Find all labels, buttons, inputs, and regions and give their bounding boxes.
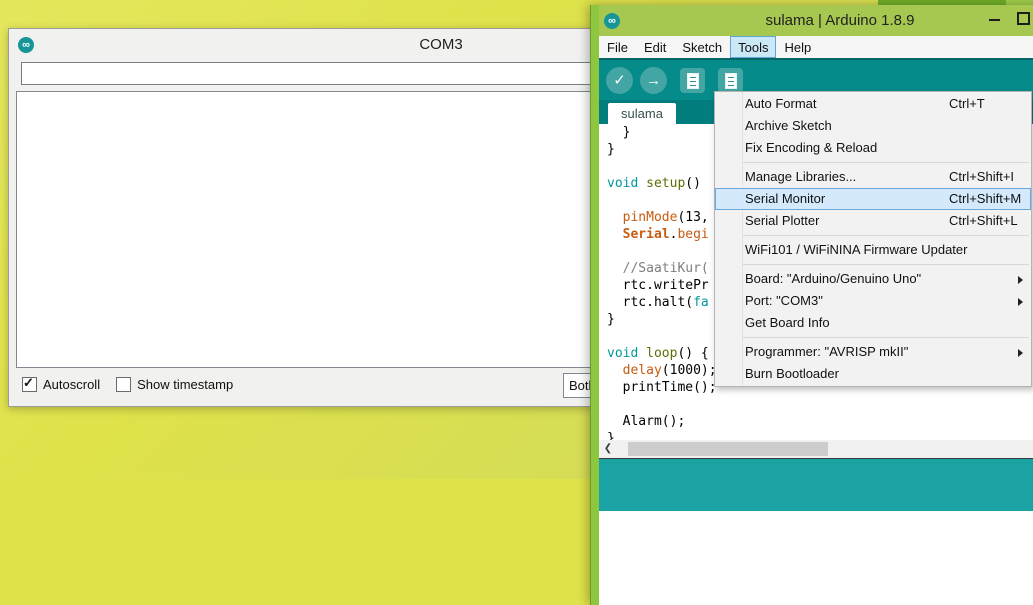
- arduino-window-title: sulama | Arduino 1.8.9: [591, 12, 1033, 29]
- menu-item-shortcut: Ctrl+Shift+L: [949, 210, 1018, 232]
- upload-button[interactable]: →: [640, 67, 667, 94]
- menu-item-label: Board: "Arduino/Genuino Uno": [745, 271, 921, 286]
- scrollbar-thumb[interactable]: [628, 442, 828, 456]
- submenu-arrow-icon: [1018, 276, 1023, 284]
- arduino-content: FileEditSketchToolsHelp ✓ → sulama }}voi…: [599, 36, 1033, 605]
- code-line: }: [599, 430, 1033, 440]
- scroll-left-arrow-icon[interactable]: ❮: [599, 440, 617, 458]
- open-sketch-button[interactable]: [718, 68, 743, 93]
- document-icon: [687, 73, 699, 89]
- menu-separator: [742, 235, 1029, 236]
- menu-item-port-com3[interactable]: Port: "COM3": [715, 290, 1031, 312]
- submenu-arrow-icon: [1018, 349, 1023, 357]
- menubar-item-sketch[interactable]: Sketch: [674, 36, 730, 58]
- menu-item-board-arduino-genuino-uno[interactable]: Board: "Arduino/Genuino Uno": [715, 268, 1031, 290]
- menu-item-get-board-info[interactable]: Get Board Info: [715, 312, 1031, 334]
- menu-item-label: Burn Bootloader: [745, 366, 839, 381]
- menubar-item-edit[interactable]: Edit: [636, 36, 674, 58]
- menubar-item-tools[interactable]: Tools: [730, 36, 776, 58]
- menu-item-label: Port: "COM3": [745, 293, 823, 308]
- tools-dropdown-menu: Auto Format Ctrl+T Archive Sketch Fix Encod…: [714, 91, 1032, 387]
- menu-item-fix-encoding-reload[interactable]: Fix Encoding & Reload: [715, 137, 1031, 159]
- menu-separator: [742, 264, 1029, 265]
- menu-item-serial-monitor[interactable]: Serial Monitor Ctrl+Shift+M: [715, 188, 1031, 210]
- check-icon: ✓: [23, 375, 34, 391]
- arduino-ide-window: ∞ sulama | Arduino 1.8.9 ✕ FileEditSketc…: [591, 5, 1033, 605]
- show-timestamp-label: Show timestamp: [137, 377, 233, 392]
- menubar-item-file[interactable]: File: [599, 36, 636, 58]
- menu-item-shortcut: Ctrl+Shift+M: [949, 188, 1021, 210]
- maximize-button[interactable]: [1012, 5, 1033, 31]
- menu-item-auto-format[interactable]: Auto Format Ctrl+T: [715, 93, 1031, 115]
- menu-separator: [742, 337, 1029, 338]
- show-timestamp-checkbox[interactable]: ✓: [116, 377, 131, 392]
- menu-item-label: Archive Sketch: [745, 118, 832, 133]
- menu-item-label: Auto Format: [745, 96, 817, 111]
- code-line: [599, 396, 1033, 413]
- menu-item-label: WiFi101 / WiFiNINA Firmware Updater: [745, 242, 967, 257]
- code-line: Alarm();: [599, 413, 1033, 430]
- document-icon: [725, 73, 737, 89]
- menu-item-label: Manage Libraries...: [745, 169, 856, 184]
- menu-item-shortcut: Ctrl+Shift+I: [949, 166, 1014, 188]
- menu-item-label: Fix Encoding & Reload: [745, 140, 877, 155]
- menu-item-label: Get Board Info: [745, 315, 830, 330]
- menubar-item-help[interactable]: Help: [776, 36, 819, 58]
- menu-item-wifi101-wifinina-firmware-updater[interactable]: WiFi101 / WiFiNINA Firmware Updater: [715, 239, 1031, 261]
- menu-item-burn-bootloader[interactable]: Burn Bootloader: [715, 363, 1031, 385]
- horizontal-scrollbar[interactable]: ❮: [599, 440, 1033, 458]
- submenu-arrow-icon: [1018, 298, 1023, 306]
- new-sketch-button[interactable]: [680, 68, 705, 93]
- menu-item-serial-plotter[interactable]: Serial Plotter Ctrl+Shift+L: [715, 210, 1031, 232]
- autoscroll-checkbox[interactable]: ✓: [22, 377, 37, 392]
- autoscroll-label: Autoscroll: [43, 377, 100, 392]
- arduino-titlebar[interactable]: ∞ sulama | Arduino 1.8.9 ✕: [591, 5, 1033, 36]
- menu-item-programmer-avrisp-mkii[interactable]: Programmer: "AVRISP mkII": [715, 341, 1031, 363]
- status-bar: [599, 458, 1033, 511]
- tab-sulama[interactable]: sulama: [608, 103, 676, 124]
- menu-separator: [742, 162, 1029, 163]
- menu-item-label: Serial Plotter: [745, 213, 819, 228]
- minimize-icon: [989, 19, 1000, 21]
- maximize-icon: [1017, 12, 1030, 25]
- menubar: FileEditSketchToolsHelp: [599, 36, 1033, 58]
- verify-button[interactable]: ✓: [606, 67, 633, 94]
- menu-item-shortcut: Ctrl+T: [949, 93, 985, 115]
- menu-item-manage-libraries[interactable]: Manage Libraries... Ctrl+Shift+I: [715, 166, 1031, 188]
- minimize-button[interactable]: [984, 5, 1006, 31]
- menu-item-label: Programmer: "AVRISP mkII": [745, 344, 908, 359]
- menu-item-label: Serial Monitor: [745, 191, 825, 206]
- menu-item-archive-sketch[interactable]: Archive Sketch: [715, 115, 1031, 137]
